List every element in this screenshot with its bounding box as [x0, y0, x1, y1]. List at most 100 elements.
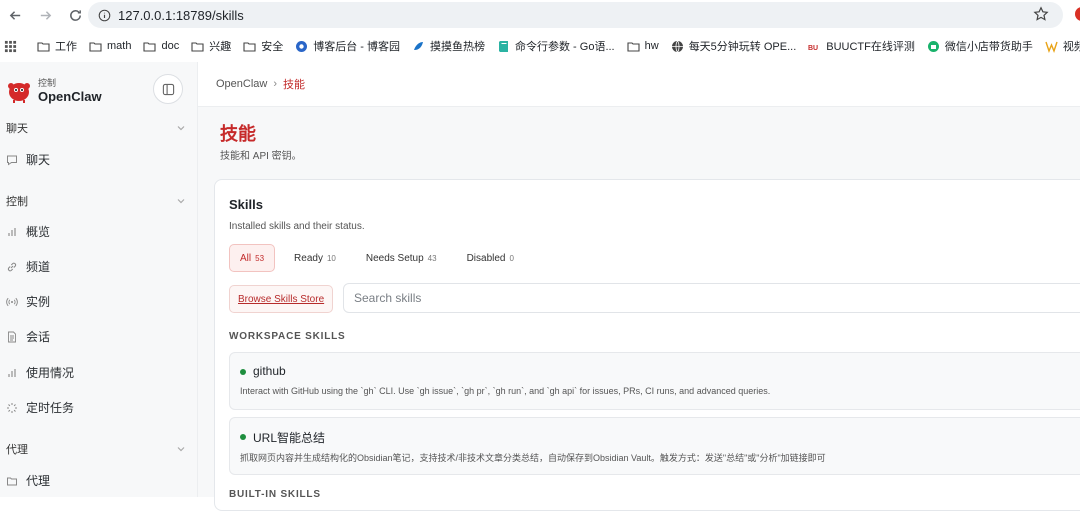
- loader-icon: [7, 402, 17, 413]
- sidebar-item-agents[interactable]: 代理: [6, 472, 50, 489]
- chevron-down-icon: [177, 447, 185, 452]
- bar-chart-icon: [8, 368, 16, 377]
- workspace-skills-heading: WORKSPACE SKILLS: [229, 331, 346, 342]
- sidebar-item-label: 聊天: [26, 153, 51, 167]
- site-info-icon[interactable]: [96, 7, 112, 23]
- page-subtitle: 技能和 API 密钥。: [220, 151, 302, 162]
- bookmark-label: 兴趣: [209, 41, 232, 53]
- broadcast-icon: [6, 297, 18, 306]
- sidebar-item-label: 实例: [26, 295, 51, 309]
- tab-count: 10: [326, 253, 336, 263]
- bookmark-label: BUUCTF在线评测: [826, 41, 915, 53]
- url-text: 127.0.0.1:18789/skills: [118, 7, 244, 23]
- tab-disabled[interactable]: Disabled 0: [456, 244, 525, 272]
- folder-icon: [89, 40, 102, 53]
- folder-icon: [191, 40, 204, 53]
- bookmark-item[interactable]: doc: [137, 35, 185, 57]
- skill-item-url-summary[interactable]: URL智能总结 抓取网页内容并生成结构化的Obsidian笔记，支持技术/非技术…: [229, 417, 1080, 475]
- tab-needs-setup[interactable]: Needs Setup 43: [355, 244, 448, 272]
- back-icon[interactable]: [0, 0, 30, 30]
- apps-icon[interactable]: [0, 35, 23, 57]
- bookmark-item[interactable]: 兴趣: [185, 35, 237, 57]
- breadcrumb-home[interactable]: OpenClaw: [216, 78, 267, 90]
- skill-name: github: [253, 364, 286, 378]
- sidebar-item-instances[interactable]: 实例: [6, 293, 50, 310]
- bookmark-item[interactable]: 摸摸鱼热榜: [406, 35, 491, 57]
- bookmark-item[interactable]: math: [83, 35, 137, 57]
- tab-label: Disabled: [466, 252, 506, 264]
- address-bar[interactable]: 127.0.0.1:18789/skills: [88, 2, 1063, 28]
- skill-description: Interact with GitHub using the `gh` CLI.…: [240, 386, 771, 396]
- skill-description: 抓取网页内容并生成结构化的Obsidian笔记，支持技术/非技术文章分类总结，自…: [240, 453, 826, 463]
- browse-skills-store-button[interactable]: Browse Skills Store: [229, 285, 334, 313]
- skill-item-github[interactable]: github Interact with GitHub using the `g…: [229, 352, 1080, 410]
- status-dot: [240, 369, 246, 375]
- sidebar-group-control[interactable]: 控制: [6, 193, 186, 209]
- sidebar: 控制 OpenClaw 聊天 聊天 控制 概览 频道 实例 会话 使用情况 定时…: [0, 62, 198, 497]
- breadcrumb-current: 技能: [283, 79, 306, 91]
- blog-icon: [295, 40, 308, 53]
- bookmark-item[interactable]: 每天5分钟玩转 OPE...: [665, 35, 803, 57]
- bookmark-label: 命令行参数 - Go语...: [515, 41, 615, 53]
- bookmark-item[interactable]: 微信小店带货助手: [921, 35, 1039, 57]
- bookmark-item[interactable]: 工作: [31, 35, 83, 57]
- sidebar-item-label: 频道: [26, 260, 51, 274]
- ctf-icon: BU: [808, 40, 821, 53]
- main-content: 技能 技能和 API 密钥。 Skills Installed skills a…: [198, 107, 1080, 511]
- svg-text:BU: BU: [808, 45, 818, 52]
- search-input[interactable]: [343, 283, 1080, 313]
- bookmark-label: hw: [644, 40, 659, 52]
- sidebar-item-overview[interactable]: 概览: [6, 223, 50, 240]
- breadcrumb-separator: ›: [273, 78, 278, 90]
- tab-ready[interactable]: Ready 10: [283, 244, 347, 272]
- bookmark-item[interactable]: 视频号助手: [1039, 35, 1080, 57]
- reload-icon[interactable]: [60, 0, 90, 30]
- book-icon: [497, 40, 510, 53]
- bookmark-item[interactable]: 命令行参数 - Go语...: [491, 35, 621, 57]
- fish-icon: [412, 40, 425, 53]
- chevron-down-icon: [177, 126, 185, 131]
- sidebar-item-label: 定时任务: [26, 401, 75, 415]
- bookmark-label: 工作: [55, 41, 77, 53]
- globe-icon: [671, 40, 684, 53]
- bookmark-item[interactable]: 博客后台 - 博客园: [289, 35, 406, 57]
- bookmark-item[interactable]: BU BUUCTF在线评测: [802, 35, 921, 57]
- folder-icon: [627, 40, 640, 53]
- sidebar-item-label: 代理: [26, 474, 51, 488]
- skills-card: Skills Installed skills and their status…: [214, 179, 1080, 511]
- sidebar-item-label: 概览: [26, 225, 51, 239]
- bookmark-item[interactable]: hw: [621, 35, 665, 57]
- tab-all[interactable]: All 53: [229, 244, 276, 272]
- sidebar-item-sessions[interactable]: 会话: [6, 328, 50, 345]
- sidebar-item-label: 使用情况: [26, 366, 75, 380]
- brand: 控制 OpenClaw: [6, 73, 102, 109]
- sidebar-item-chat[interactable]: 聊天: [6, 151, 50, 168]
- forward-icon[interactable]: [30, 0, 60, 30]
- card-subtitle: Installed skills and their status.: [229, 221, 365, 232]
- profile-avatar[interactable]: [1075, 7, 1080, 21]
- card-title: Skills: [229, 197, 263, 212]
- builtin-skills-heading: BUILT-IN SKILLS: [229, 489, 321, 500]
- sidebar-group-chat[interactable]: 聊天: [6, 120, 186, 136]
- sidebar-item-label: 会话: [26, 330, 51, 344]
- breadcrumb: OpenClaw › 技能: [216, 76, 305, 92]
- tab-label: Needs Setup: [365, 252, 424, 264]
- tab-label: All: [240, 252, 252, 264]
- bookmark-item[interactable]: 安全: [237, 35, 289, 57]
- sidebar-group-label: 控制: [6, 196, 28, 208]
- sidebar-item-cron[interactable]: 定时任务: [6, 399, 74, 416]
- bookmark-label: 安全: [261, 41, 284, 53]
- folder-icon: [7, 477, 17, 485]
- sidebar-group-agents[interactable]: 代理: [6, 441, 186, 457]
- skill-name: URL智能总结: [253, 431, 326, 445]
- bookmark-label: 博客后台 - 博客园: [313, 41, 400, 53]
- sidebar-collapse-button[interactable]: [153, 74, 183, 104]
- document-icon: [8, 331, 16, 342]
- tab-label: Ready: [294, 252, 323, 264]
- sidebar-item-usage[interactable]: 使用情况: [6, 364, 74, 381]
- bookmark-label: 摸摸鱼热榜: [430, 41, 485, 53]
- bookmark-label: doc: [161, 40, 180, 52]
- folder-icon: [37, 40, 50, 53]
- bookmark-star-icon[interactable]: [1033, 6, 1049, 22]
- sidebar-item-channels[interactable]: 频道: [6, 258, 50, 275]
